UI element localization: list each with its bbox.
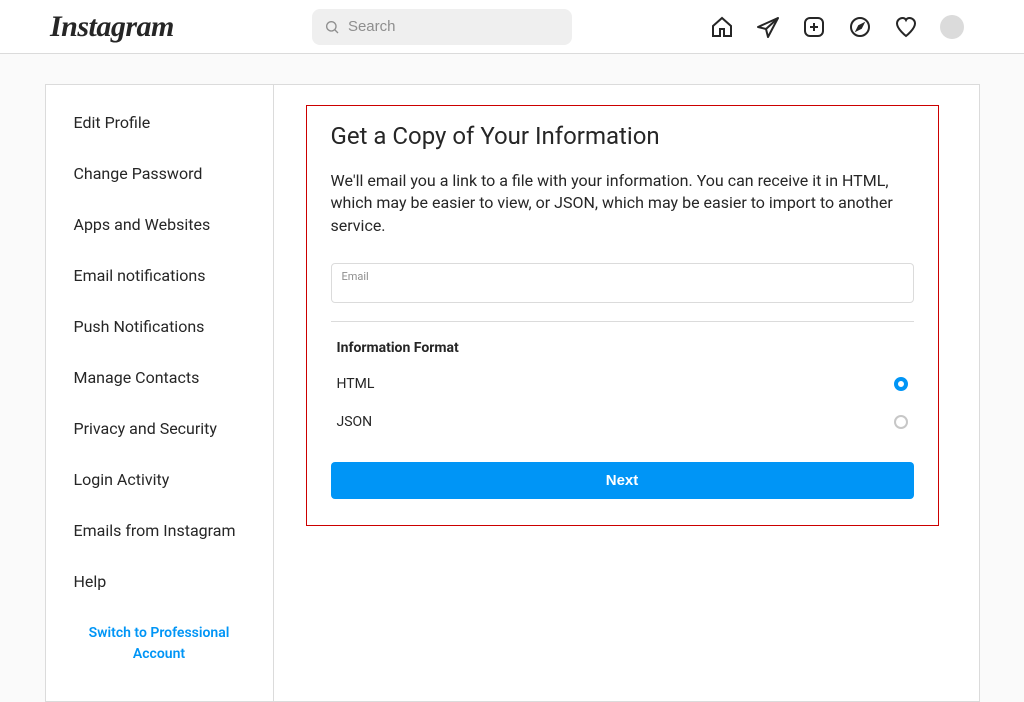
format-option-label: HTML	[337, 376, 375, 392]
sidebar-item-login-activity[interactable]: Login Activity	[46, 454, 273, 505]
sidebar-item-email-notifications[interactable]: Email notifications	[46, 250, 273, 301]
sidebar-item-edit-profile[interactable]: Edit Profile	[46, 97, 273, 148]
format-option-label: JSON	[337, 414, 373, 430]
sidebar-item-privacy-security[interactable]: Privacy and Security	[46, 403, 273, 454]
page-title: Get a Copy of Your Information	[331, 122, 914, 150]
divider	[331, 321, 914, 322]
settings-container: Edit Profile Change Password Apps and We…	[45, 84, 980, 702]
format-section-label: Information Format	[337, 340, 914, 356]
sidebar-item-apps-websites[interactable]: Apps and Websites	[46, 199, 273, 250]
sidebar-item-help[interactable]: Help	[46, 556, 273, 607]
download-data-panel: Get a Copy of Your Information We'll ema…	[306, 105, 939, 526]
settings-sidebar: Edit Profile Change Password Apps and We…	[46, 85, 274, 701]
page-description: We'll email you a link to a file with yo…	[331, 170, 914, 237]
top-bar: Instagram	[0, 0, 1024, 54]
sidebar-item-push-notifications[interactable]: Push Notifications	[46, 301, 273, 352]
new-post-icon[interactable]	[802, 15, 826, 39]
brand-logo[interactable]: Instagram	[50, 10, 174, 44]
format-option-json[interactable]: JSON	[331, 408, 914, 446]
sidebar-item-emails-instagram[interactable]: Emails from Instagram	[46, 505, 273, 556]
activity-icon[interactable]	[894, 15, 918, 39]
sidebar-item-manage-contacts[interactable]: Manage Contacts	[46, 352, 273, 403]
email-field-label: Email	[342, 270, 369, 283]
messages-icon[interactable]	[756, 15, 780, 39]
avatar[interactable]	[940, 15, 964, 39]
search-wrapper	[312, 9, 572, 45]
radio-icon	[894, 415, 908, 429]
nav-icons	[710, 15, 964, 39]
sidebar-item-change-password[interactable]: Change Password	[46, 148, 273, 199]
home-icon[interactable]	[710, 15, 734, 39]
explore-icon[interactable]	[848, 15, 872, 39]
settings-main: Get a Copy of Your Information We'll ema…	[274, 85, 979, 701]
switch-professional-link[interactable]: Switch to Professional Account	[46, 607, 273, 681]
next-button[interactable]: Next	[331, 462, 914, 499]
radio-icon	[894, 377, 908, 391]
search-icon	[324, 19, 340, 35]
email-field[interactable]: Email	[331, 263, 914, 303]
format-option-html[interactable]: HTML	[331, 370, 914, 408]
search-input[interactable]	[312, 9, 572, 45]
